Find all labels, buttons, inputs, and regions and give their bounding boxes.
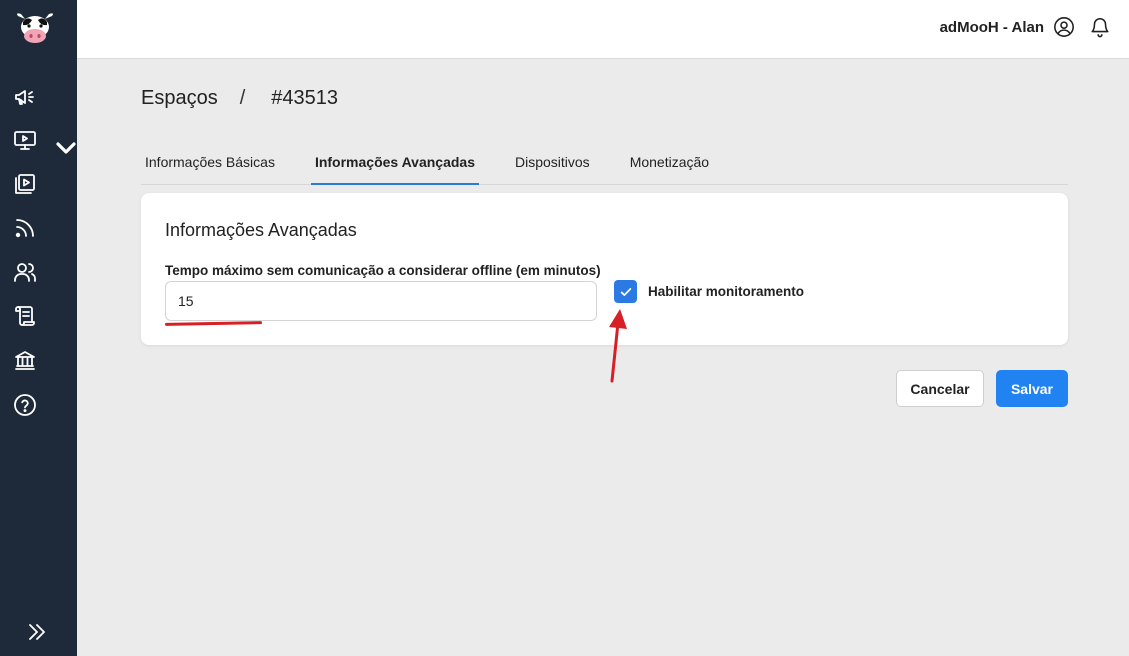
check-icon bbox=[620, 287, 631, 296]
tab-dispositivos[interactable]: Dispositivos bbox=[511, 140, 594, 184]
sidebar-item-users[interactable] bbox=[0, 256, 77, 292]
sidebar-item-finance[interactable] bbox=[0, 344, 77, 380]
sidebar bbox=[0, 0, 77, 656]
sidebar-item-displays[interactable] bbox=[0, 124, 77, 160]
rss-icon bbox=[13, 216, 37, 245]
tab-monetizacao[interactable]: Monetização bbox=[626, 140, 713, 184]
tab-informacoes-avancadas[interactable]: Informações Avançadas bbox=[310, 140, 480, 185]
user-circle-icon[interactable] bbox=[1053, 16, 1075, 38]
sidebar-item-feeds[interactable] bbox=[0, 212, 77, 248]
annotation-arrow-icon bbox=[609, 309, 627, 383]
breadcrumb: Espaços / #43513 bbox=[141, 87, 338, 110]
bell-icon[interactable] bbox=[1089, 16, 1111, 38]
bank-icon bbox=[13, 348, 37, 377]
breadcrumb-separator: / bbox=[239, 87, 246, 109]
megaphone-icon bbox=[13, 85, 37, 114]
sidebar-item-campaigns[interactable] bbox=[0, 81, 77, 117]
annotation-underline bbox=[164, 321, 263, 326]
scroll-icon bbox=[13, 304, 37, 333]
sidebar-item-help[interactable] bbox=[0, 389, 77, 425]
breadcrumb-root[interactable]: Espaços bbox=[141, 87, 218, 110]
monitor-play-icon bbox=[13, 128, 37, 157]
tab-bar: Informações Básicas Informações Avançada… bbox=[141, 140, 1068, 185]
topbar: adMooH - Alan bbox=[77, 0, 1129, 59]
chevron-down-icon bbox=[56, 142, 76, 154]
playlist-icon bbox=[13, 172, 37, 201]
offline-timeout-input[interactable] bbox=[165, 281, 597, 321]
card-title: Informações Avançadas bbox=[165, 220, 357, 240]
tab-informacoes-basicas[interactable]: Informações Básicas bbox=[141, 140, 279, 184]
save-button[interactable]: Salvar bbox=[996, 370, 1068, 407]
users-icon bbox=[13, 260, 37, 289]
sidebar-item-playlists[interactable] bbox=[0, 168, 77, 204]
monitoring-label[interactable]: Habilitar monitoramento bbox=[648, 284, 804, 299]
user-name: adMooH - Alan bbox=[939, 19, 1044, 36]
cow-logo[interactable] bbox=[14, 10, 56, 46]
breadcrumb-current: #43513 bbox=[271, 87, 339, 109]
double-chevron-right-icon[interactable] bbox=[26, 621, 48, 643]
help-icon bbox=[13, 393, 37, 422]
sidebar-item-reports[interactable] bbox=[0, 300, 77, 336]
offline-timeout-label: Tempo máximo sem comunicação a considera… bbox=[165, 263, 601, 278]
monitoring-checkbox[interactable] bbox=[614, 280, 637, 303]
cancel-button[interactable]: Cancelar bbox=[896, 370, 984, 407]
